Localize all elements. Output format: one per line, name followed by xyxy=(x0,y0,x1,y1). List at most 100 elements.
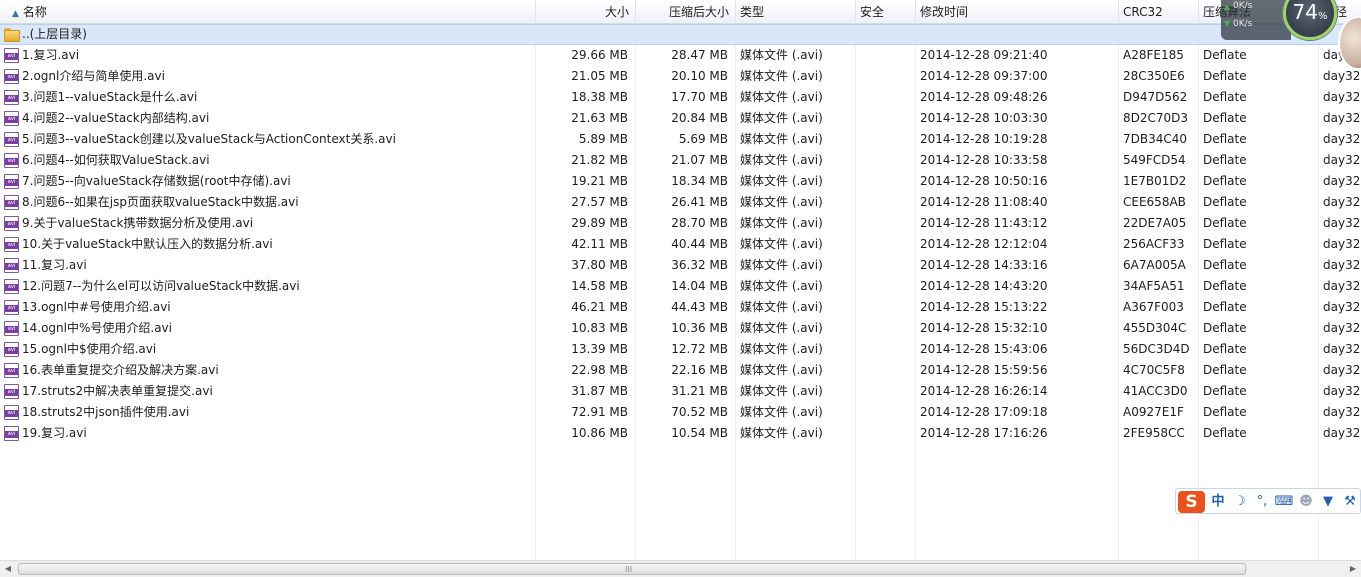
file-row[interactable]: 12.问题7--为什么el可以访问valueStack中数据.avi 14.58 … xyxy=(0,276,1361,297)
file-row[interactable]: 17.struts2中解决表单重复提交.avi 31.87 MB 31.21 MB 媒… xyxy=(0,381,1361,402)
file-row[interactable]: 5.问题3--valueStack创建以及valueStack与ActionCo… xyxy=(0,129,1361,150)
sogou-logo-icon[interactable]: S xyxy=(1178,491,1205,513)
file-modified: 2014-12-28 11:43:12 xyxy=(920,216,1048,230)
scrollbar-thumb[interactable]: III xyxy=(18,563,1246,575)
file-row[interactable]: 9.关于valueStack携带数据分析及使用.avi 29.89 MB 28.70… xyxy=(0,213,1361,234)
scroll-right-arrow-icon[interactable]: ▶ xyxy=(1347,563,1359,575)
file-row[interactable]: 8.问题6--如果在jsp页面获取valueStack中数据.avi 27.57 … xyxy=(0,192,1361,213)
upload-arrow-icon: ▲ xyxy=(1224,2,1231,11)
file-method: Deflate xyxy=(1203,279,1247,293)
file-row[interactable]: 15.ognl中$使用介绍.avi 13.39 MB 12.72 MB 媒体文件 (.… xyxy=(0,339,1361,360)
file-path: day32 xyxy=(1323,363,1361,377)
file-crc: 56DC3D4D xyxy=(1123,342,1190,356)
file-type: 媒体文件 (.avi) xyxy=(740,153,823,167)
scrollbar-grip: III xyxy=(625,565,633,574)
file-modified: 2014-12-28 12:12:04 xyxy=(920,237,1048,251)
column-header-packed-size[interactable]: 压缩后大小 xyxy=(636,0,736,24)
file-size: 21.82 MB xyxy=(571,153,628,167)
file-type: 媒体文件 (.avi) xyxy=(740,174,823,188)
file-crc: 8D2C70D3 xyxy=(1123,111,1189,125)
file-row[interactable]: 1.复习.avi 29.66 MB 28.47 MB 媒体文件 (.avi) 2014-… xyxy=(0,45,1361,66)
skin-shirt-icon[interactable]: ▼ xyxy=(1318,492,1338,512)
file-type: 媒体文件 (.avi) xyxy=(740,69,823,83)
file-path: day32 xyxy=(1323,426,1361,440)
user-icon[interactable]: ☻ xyxy=(1296,492,1316,512)
file-name: 14.ognl中%号使用介绍.avi xyxy=(22,321,172,335)
file-crc: 41ACC3D0 xyxy=(1123,384,1188,398)
file-packed: 26.41 MB xyxy=(671,195,728,209)
column-header-security[interactable]: 安全 xyxy=(856,0,916,24)
file-method: Deflate xyxy=(1203,90,1247,104)
percent-sign: % xyxy=(1317,11,1328,22)
file-type: 媒体文件 (.avi) xyxy=(740,300,823,314)
file-type: 媒体文件 (.avi) xyxy=(740,279,823,293)
file-path: day32 xyxy=(1323,342,1361,356)
column-header-type[interactable]: 类型 xyxy=(736,0,856,24)
file-crc: A28FE185 xyxy=(1123,48,1184,62)
file-row[interactable]: 11.复习.avi 37.80 MB 36.32 MB 媒体文件 (.avi) 2014… xyxy=(0,255,1361,276)
wrench-icon[interactable]: ⚒ xyxy=(1340,492,1360,512)
column-header-size[interactable]: 大小 xyxy=(536,0,636,24)
parent-directory-label: ..(上层目录) xyxy=(22,27,87,41)
file-name: 5.问题3--valueStack创建以及valueStack与ActionCo… xyxy=(22,132,396,146)
file-size: 31.87 MB xyxy=(571,384,628,398)
file-crc: 1E7B01D2 xyxy=(1123,174,1187,188)
file-path: day32 xyxy=(1323,132,1361,146)
punctuation-icon[interactable]: °, xyxy=(1252,492,1272,512)
file-row[interactable]: 16.表单重复提交介绍及解决方案.avi 22.98 MB 22.16 MB 媒体文件… xyxy=(0,360,1361,381)
file-crc: 256ACF33 xyxy=(1123,237,1185,251)
horizontal-scrollbar[interactable]: ◀ III ▶ xyxy=(0,560,1361,577)
file-crc: 4C70C5F8 xyxy=(1123,363,1185,377)
file-name: 18.struts2中json插件使用.avi xyxy=(22,405,190,419)
file-size: 10.86 MB xyxy=(571,426,628,440)
file-path: day32 xyxy=(1323,237,1361,251)
file-size: 42.11 MB xyxy=(571,237,628,251)
file-crc: 549FCD54 xyxy=(1123,153,1186,167)
file-crc: 34AF5A51 xyxy=(1123,279,1185,293)
file-name: 17.struts2中解决表单重复提交.avi xyxy=(22,384,213,398)
column-header-crc32[interactable]: CRC32 xyxy=(1119,0,1199,24)
avi-file-icon xyxy=(4,342,19,357)
file-packed: 5.69 MB xyxy=(678,132,728,146)
file-packed: 18.34 MB xyxy=(671,174,728,188)
file-method: Deflate xyxy=(1203,48,1247,62)
keyboard-icon[interactable]: ⌨ xyxy=(1274,492,1294,512)
file-path: day32 xyxy=(1323,384,1361,398)
file-row[interactable]: 7.问题5--向valueStack存储数据(root中存储).avi 19.21… xyxy=(0,171,1361,192)
file-row[interactable]: 14.ognl中%号使用介绍.avi 10.83 MB 10.36 MB 媒体文件 (… xyxy=(0,318,1361,339)
file-row[interactable]: 13.ognl中#号使用介绍.avi 46.21 MB 44.43 MB 媒体文件 (… xyxy=(0,297,1361,318)
scroll-left-arrow-icon[interactable]: ◀ xyxy=(2,563,14,575)
file-method: Deflate xyxy=(1203,258,1247,272)
moon-icon[interactable]: ☽ xyxy=(1230,492,1250,512)
file-name: 8.问题6--如果在jsp页面获取valueStack中数据.avi xyxy=(22,195,299,209)
file-path: day32 xyxy=(1323,216,1361,230)
column-header-name[interactable]: ▲ 名称 xyxy=(0,0,536,24)
file-row[interactable]: 19.复习.avi 10.86 MB 10.54 MB 媒体文件 (.avi) 2014… xyxy=(0,423,1361,444)
avi-file-icon xyxy=(4,216,19,231)
parent-directory-row[interactable]: ..(上层目录) xyxy=(0,24,1361,45)
file-size: 13.39 MB xyxy=(571,342,628,356)
avi-file-icon xyxy=(4,69,19,84)
file-row[interactable]: 18.struts2中json插件使用.avi 72.91 MB 70.52 MB 媒… xyxy=(0,402,1361,423)
ime-mode-toggle[interactable]: 中 xyxy=(1208,492,1228,512)
file-crc: A0927E1F xyxy=(1123,405,1184,419)
file-type: 媒体文件 (.avi) xyxy=(740,405,823,419)
avi-file-icon xyxy=(4,132,19,147)
file-size: 21.05 MB xyxy=(571,69,628,83)
file-row[interactable]: 4.问题2--valueStack内部结构.avi 21.63 MB 20.84 M… xyxy=(0,108,1361,129)
file-row[interactable]: 6.问题4--如何获取ValueStack.avi 21.82 MB 21.07 M… xyxy=(0,150,1361,171)
file-modified: 2014-12-28 09:21:40 xyxy=(920,48,1048,62)
file-path: day32 xyxy=(1323,300,1361,314)
file-modified: 2014-12-28 10:50:16 xyxy=(920,174,1048,188)
file-size: 46.21 MB xyxy=(571,300,628,314)
file-row[interactable]: 2.ognl介绍与简单使用.avi 21.05 MB 20.10 MB 媒体文件 (.… xyxy=(0,66,1361,87)
file-path: day32 xyxy=(1323,321,1361,335)
memory-usage-gauge[interactable]: 74% xyxy=(1283,0,1337,40)
file-size: 37.80 MB xyxy=(571,258,628,272)
column-header-modified[interactable]: 修改时间 xyxy=(916,0,1119,24)
file-crc: 2FE958CC xyxy=(1123,426,1185,440)
file-row[interactable]: 3.问题1--valueStack是什么.avi 18.38 MB 17.70 MB… xyxy=(0,87,1361,108)
file-packed: 12.72 MB xyxy=(671,342,728,356)
file-method: Deflate xyxy=(1203,132,1247,146)
file-row[interactable]: 10.关于valueStack中默认压入的数据分析.avi 42.11 MB 40.… xyxy=(0,234,1361,255)
